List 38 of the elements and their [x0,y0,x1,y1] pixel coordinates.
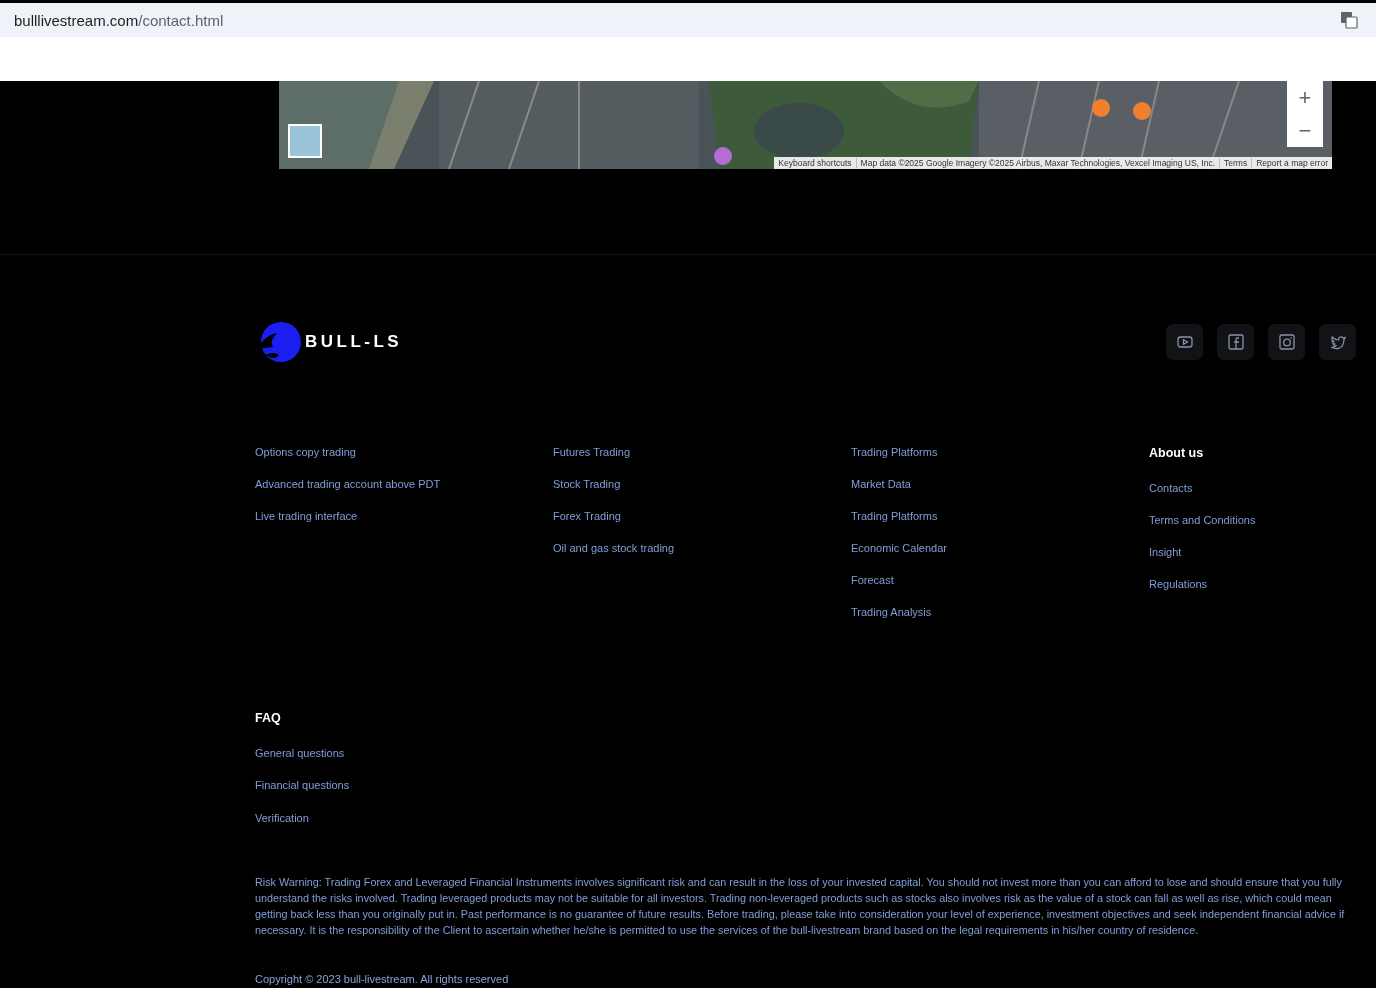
attribution-link[interactable]: Map data ©2025 Google Imagery ©2025 Airbus, Maxar Technologies, Vexcel Imaging US, Inc. [855,158,1220,168]
footer-link[interactable]: Regulations [1149,576,1356,591]
footer-link[interactable]: Financial questions [255,778,1356,793]
copyright: Copyright © 2023 bull-livestream. All rights reserved [255,973,510,985]
footer-link[interactable]: Stock Trading [553,477,851,492]
risk-warning: Risk Warning: Trading Forex and Leveraged Financial Instruments involves significant risk and can result in the loss of your invested capital. You should not invest more than you can afford to lose and should ensure that you fully understand the risks involved. Trading leveraged products may not be suitable for all investors. Trading non-leveraged products such as stocks also involves risk as the value of a stock can fall as well as rise, which could mean getting back less than you originally put in. Past performance is no guarantee of future results. Before trading, please take into consideration your level of experience, investment objectives and seek independent financial advice if necessary. It is the responsibility of the Client to ascertain whether he/she is permitted to use the services of the bull-livestream brand based on the legal requirements in his/her country of residence. [255,875,1346,938]
attribution-link[interactable]: Keyboard shortcuts [774,158,856,168]
twitter-button[interactable] [1319,324,1356,360]
facebook-icon [1226,333,1245,351]
footer-link[interactable]: Insight [1149,544,1356,559]
footer-link[interactable]: Oil and gas stock trading [553,541,851,556]
footer-link[interactable]: Terms and Conditions [1149,512,1356,527]
footer-link[interactable]: Forecast [851,573,1149,588]
map-type-thumbnail[interactable] [288,124,322,158]
footer-link[interactable]: Futures Trading [553,445,851,460]
youtube-button[interactable] [1166,324,1203,360]
footer-link[interactable]: Trading Analysis [851,605,1149,620]
column-heading: FAQ [255,709,282,726]
footer-link[interactable]: Trading Platforms [851,509,1149,524]
footer-link[interactable]: Contacts [1149,480,1356,495]
instagram-button[interactable] [1268,324,1305,360]
column-heading: About us [1149,445,1205,461]
footer-link[interactable]: Market Data [851,477,1149,492]
youtube-icon [1175,333,1194,351]
footer-link[interactable]: Live trading interface [255,509,553,524]
facebook-button[interactable] [1217,324,1254,360]
footer-link[interactable]: Advanced trading account above PDT [255,477,553,492]
footer-link[interactable]: Trading Platforms [851,445,1149,460]
twitter-icon [1328,333,1347,351]
footer-link[interactable]: Verification [255,810,1356,825]
footer-link[interactable]: Economic Calendar [851,541,1149,556]
instagram-icon [1277,333,1296,351]
footer-link[interactable]: General questions [255,745,1356,760]
footer-link[interactable]: Forex Trading [553,509,851,524]
attribution-link[interactable]: Report a map error [1251,158,1332,168]
footer-link[interactable]: Options copy trading [255,445,553,460]
brand-name: BULL-LS [305,332,403,352]
attribution-link[interactable]: Terms [1219,158,1252,168]
